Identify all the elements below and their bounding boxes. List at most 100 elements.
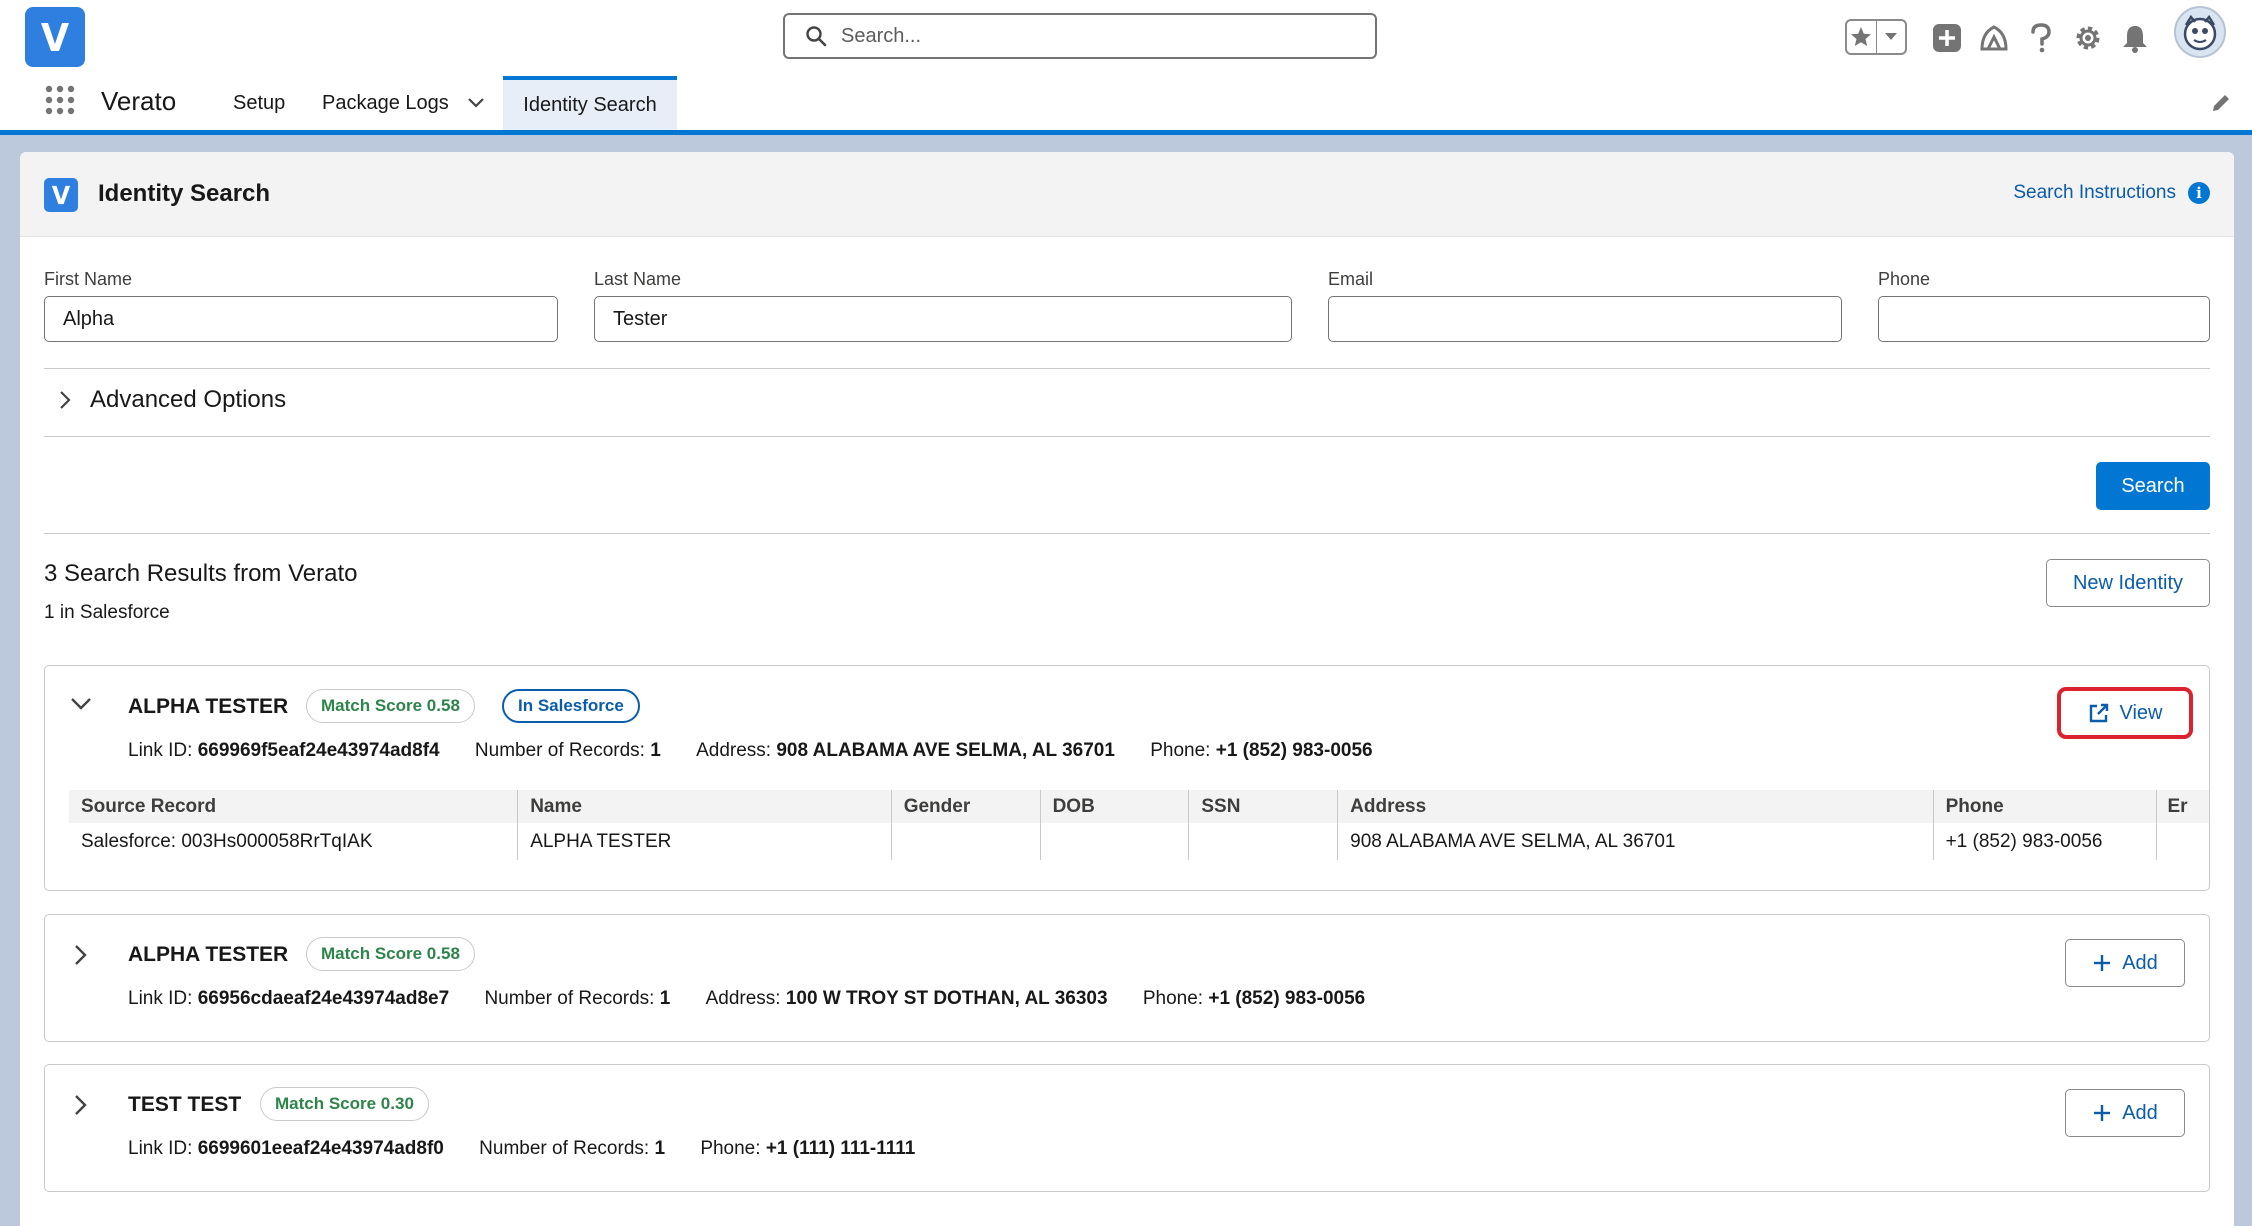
divider [44,436,2210,437]
divider [44,533,2210,534]
phone-label: Phone: [1150,740,1211,761]
favorites-button[interactable] [1845,19,1907,55]
table-cell [1188,823,1339,860]
search-icon [806,26,827,47]
view-button[interactable]: View [2063,692,2187,734]
last-name-input[interactable]: Tester [594,296,1292,342]
divider [44,368,2210,369]
address-item: Address: 100 W TROY ST DOTHAN, AL 36303 [706,988,1108,1010]
table-cell: +1 (852) 983-0056 [1933,823,2158,860]
phone-label: Phone [1878,269,1931,289]
bell-icon[interactable] [2117,16,2153,60]
column-header: Er [2156,790,2209,823]
column-header: Address [1337,790,1934,823]
global-header: Search... [0,0,2252,76]
first-name-input[interactable]: Alpha [44,296,558,342]
records-label: Number of Records: [474,740,645,761]
link-id-value: 66956cdaeaf24e43974ad8e7 [197,988,450,1009]
help-icon[interactable] [2023,16,2059,60]
email-field[interactable] [1328,296,1842,342]
link-id-value: 6699601eeaf24e43974ad8f0 [197,1138,444,1159]
advanced-options-toggle[interactable]: Advanced Options [58,386,286,414]
in-salesforce-badge: In Salesforce [502,689,640,723]
address-label: Address: [705,988,781,1009]
phone-value: +1 (852) 983-0056 [1208,988,1366,1009]
search-button[interactable]: Search [2096,462,2210,510]
phone-item: Phone: +1 (852) 983-0056 [1150,740,1372,762]
card-header: Identity Search Search Instructions i [20,152,2234,237]
email-label: Email [1328,269,1374,289]
chevron-right-icon[interactable] [73,943,89,972]
table-row: Salesforce: 003Hs000058RrTqIAK ALPHA TES… [69,823,2209,860]
result-meta: Link ID: 669969f5eaf24e43974ad8f4 Number… [128,740,1403,762]
app-name: Verato [101,86,177,116]
first-name-label: First Name [44,269,133,289]
result-card: ALPHA TESTER Match Score 0.58 Link ID: 6… [44,914,2210,1042]
result-meta: Link ID: 66956cdaeaf24e43974ad8e7 Number… [128,988,1395,1010]
records-value: 1 [654,1138,666,1159]
link-id-label: Link ID: [128,988,193,1009]
pencil-icon[interactable] [2210,92,2232,119]
records-value: 1 [659,988,671,1009]
column-header: DOB [1040,790,1190,823]
chevron-down-icon[interactable] [467,97,485,109]
link-id-item: Link ID: 669969f5eaf24e43974ad8f4 [128,740,440,762]
results-subtitle: 1 in Salesforce [44,602,170,623]
phone-field[interactable] [1878,296,2210,342]
tab-label: Package Logs [322,91,449,114]
tab-identity-search[interactable]: Identity Search [503,76,677,130]
search-instructions-label[interactable]: Search Instructions [2013,182,2176,204]
address-item: Address: 908 ALABAMA AVE SELMA, AL 36701 [696,740,1115,762]
add-button-label: Add [2122,951,2158,974]
last-name-label: Last Name [594,269,682,289]
chevron-right-icon[interactable] [73,1093,89,1122]
verato-logo-icon [44,178,78,212]
chevron-right-icon[interactable] [58,389,72,411]
phone-value: +1 (111) 111-1111 [765,1138,916,1159]
result-meta: Link ID: 6699601eeaf24e43974ad8f0 Number… [128,1138,945,1160]
column-header: Gender [891,790,1041,823]
table-header-row: Source Record Name Gender DOB SSN Addres… [69,790,2209,823]
avatar[interactable] [2174,6,2226,58]
caret-down-icon[interactable] [1875,21,1906,53]
column-header: SSN [1188,790,1339,823]
add-button[interactable]: Add [2065,1089,2185,1137]
tab-package-logs[interactable]: Package Logs [322,76,485,130]
chevron-down-icon[interactable] [69,696,93,717]
trailhead-icon[interactable] [1976,16,2012,60]
records-item: Number of Records: 1 [475,740,661,762]
address-value: 908 ALABAMA AVE SELMA, AL 36701 [776,740,1115,761]
column-header: Source Record [69,790,519,823]
identity-search-card: Identity Search Search Instructions i Fi… [20,152,2234,1226]
phone-label: Phone: [700,1138,761,1159]
advanced-options-label[interactable]: Advanced Options [90,386,286,414]
verato-logo-icon[interactable] [25,7,85,67]
gear-icon[interactable] [2070,16,2106,60]
tab-setup[interactable]: Setup [233,76,285,130]
app-navigation: Verato Setup Package Logs Identity Searc… [0,76,2252,135]
records-label: Number of Records: [479,1138,650,1159]
table-cell [2157,823,2209,860]
tab-label: Setup [233,91,286,114]
new-identity-button[interactable]: New Identity [2046,559,2210,607]
table-cell: Salesforce: 003Hs000058RrTqIAK [69,823,519,860]
match-score-badge: Match Score 0.58 [306,937,475,971]
new-window-icon [2088,702,2110,724]
result-card: ALPHA TESTER Match Score 0.58 In Salesfo… [44,665,2210,891]
link-id-value: 669969f5eaf24e43974ad8f4 [197,740,440,761]
table-cell: ALPHA TESTER [517,823,892,860]
info-icon[interactable]: i [2188,182,2210,204]
records-item: Number of Records: 1 [479,1138,665,1160]
add-button-label: Add [2122,1101,2158,1124]
results-title: 3 Search Results from Verato [44,560,358,587]
records-label: Number of Records: [484,988,655,1009]
global-search-input[interactable]: Search... [783,13,1377,59]
tab-label: Identity Search [523,93,657,116]
add-button[interactable]: Add [2065,939,2185,987]
add-icon[interactable] [1929,16,1965,60]
star-icon[interactable] [1847,21,1876,53]
app-launcher-icon[interactable] [44,84,76,116]
view-button-label: View [2119,701,2163,724]
phone-item: Phone: +1 (852) 983-0056 [1143,988,1365,1010]
search-instructions-link[interactable]: Search Instructions i [2013,182,2210,204]
